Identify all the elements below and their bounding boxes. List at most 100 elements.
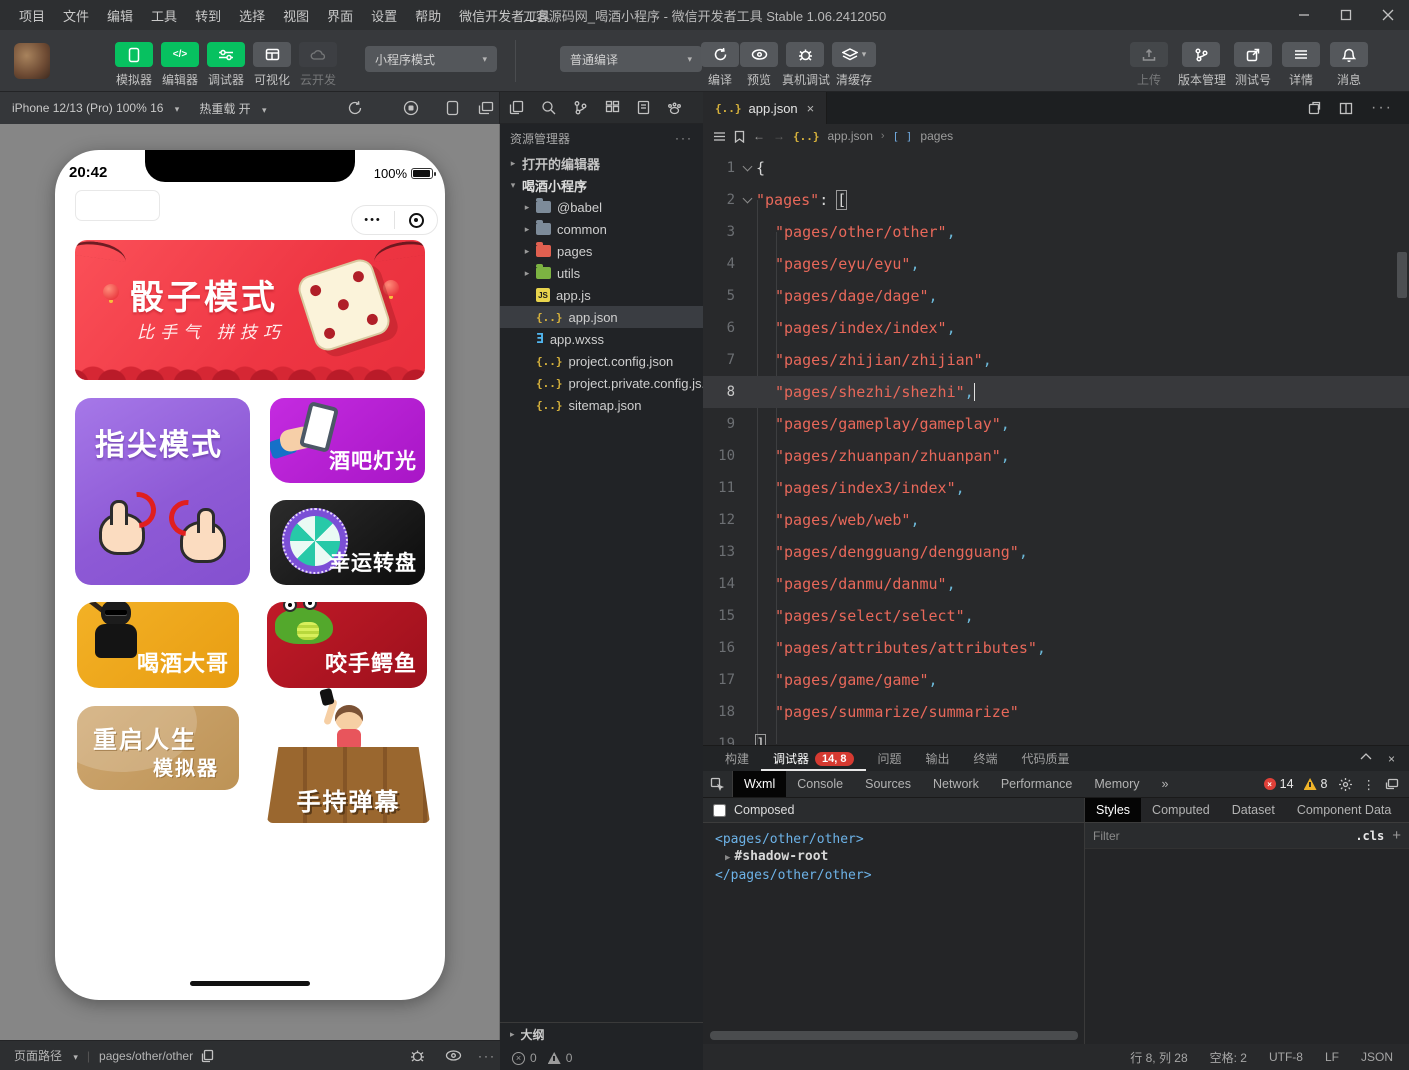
computed-tab[interactable]: Computed: [1141, 798, 1221, 822]
close-panel-icon[interactable]: ×: [1388, 752, 1395, 766]
multi-window-icon[interactable]: [478, 101, 494, 115]
notes-icon[interactable]: [637, 100, 650, 115]
details-button[interactable]: 详情: [1278, 42, 1324, 88]
cursor-position[interactable]: 行 8, 列 28: [1130, 1049, 1187, 1066]
menu-select[interactable]: 选择: [230, 6, 274, 25]
wxml-horizontal-scrollbar[interactable]: [710, 1031, 1078, 1040]
messages-button[interactable]: 消息: [1326, 42, 1372, 88]
tab-problems[interactable]: 问题: [866, 746, 914, 771]
record-icon[interactable]: [403, 100, 419, 116]
eol-setting[interactable]: LF: [1325, 1050, 1339, 1064]
composed-checkbox[interactable]: [713, 804, 726, 817]
problems-summary[interactable]: × 0 0: [500, 1046, 703, 1070]
devtools-tab-performance[interactable]: Performance: [990, 771, 1084, 797]
kebab-menu-icon[interactable]: ⋮: [1363, 777, 1376, 792]
language-mode[interactable]: JSON: [1361, 1050, 1393, 1064]
inspect-element-icon[interactable]: [703, 771, 733, 797]
file-app-js[interactable]: JSapp.js: [500, 284, 703, 306]
file-project-private-config[interactable]: {..}project.private.config.js...: [500, 372, 703, 394]
more-dots-icon[interactable]: •••: [352, 214, 394, 226]
outline-list-icon[interactable]: [713, 131, 726, 142]
undock-icon[interactable]: [1385, 778, 1399, 790]
open-editors-section[interactable]: ▸打开的编辑器: [500, 152, 703, 174]
visualization-toggle-button[interactable]: 可视化: [249, 42, 295, 88]
clear-cache-button[interactable]: ▾ 清缓存: [831, 42, 877, 88]
device-frame-icon[interactable]: [446, 100, 459, 116]
file-app-wxss[interactable]: Ǝapp.wxss: [500, 328, 703, 350]
menu-tools[interactable]: 工具: [142, 6, 186, 25]
encoding[interactable]: UTF-8: [1269, 1050, 1303, 1064]
menu-interface[interactable]: 界面: [318, 6, 362, 25]
menu-view[interactable]: 视图: [274, 6, 318, 25]
tab-build[interactable]: 构建: [703, 746, 761, 771]
code-editor[interactable]: 1 { 2 "pages": [ 3 "pages/other/other", …: [703, 148, 1409, 745]
user-avatar[interactable]: [14, 43, 50, 79]
styles-filter-input[interactable]: [1093, 827, 1347, 845]
tile-bar-light[interactable]: 酒吧灯光: [270, 398, 425, 483]
tile-restart-life[interactable]: 重启人生 模拟器: [77, 706, 239, 790]
forward-icon[interactable]: →: [773, 129, 785, 143]
tile-drinking-bro[interactable]: 喝酒大哥: [77, 602, 239, 688]
tile-fingertip-mode[interactable]: 指尖模式: [75, 398, 250, 585]
phone-preview[interactable]: 20:42 100% ••• 骰子模式 比手气 拼技巧: [55, 150, 445, 1000]
devtools-tab-network[interactable]: Network: [922, 771, 990, 797]
minimize-button[interactable]: [1283, 0, 1325, 30]
menu-file[interactable]: 文件: [54, 6, 98, 25]
mode-select[interactable]: 小程序模式 ▾: [365, 46, 497, 72]
menu-project[interactable]: 项目: [10, 6, 54, 25]
bug-icon[interactable]: [410, 1049, 425, 1063]
tile-handheld-danmaku[interactable]: 手持弹幕: [267, 695, 430, 823]
version-control-button[interactable]: 版本管理: [1178, 42, 1224, 88]
tab-code-quality[interactable]: 代码质量: [1010, 746, 1082, 771]
back-icon[interactable]: ←: [753, 129, 765, 143]
component-data-tab[interactable]: Component Data: [1286, 798, 1403, 822]
capsule-button[interactable]: •••: [351, 205, 438, 235]
collapse-panel-icon[interactable]: [1360, 752, 1372, 766]
more-icon[interactable]: ···: [675, 131, 693, 145]
remote-debug-button[interactable]: 真机调试: [782, 42, 828, 88]
copy-icon[interactable]: [201, 1049, 214, 1063]
folder-babel[interactable]: ▸@babel: [500, 196, 703, 218]
tile-lucky-wheel[interactable]: 幸运转盘: [270, 500, 425, 585]
folder-common[interactable]: ▸common: [500, 218, 703, 240]
indent-setting[interactable]: 空格: 2: [1210, 1049, 1247, 1066]
source-control-icon[interactable]: [573, 100, 588, 115]
cls-toggle[interactable]: .cls: [1355, 829, 1384, 843]
devtools-settings-icon[interactable]: [1338, 777, 1353, 792]
device-select[interactable]: iPhone 12/13 (Pro) 100% 16 ▾: [0, 101, 179, 115]
breadcrumb-node[interactable]: pages: [920, 129, 953, 143]
close-tab-icon[interactable]: ×: [807, 101, 815, 116]
simulator-toggle-button[interactable]: 模拟器: [111, 42, 157, 88]
folder-pages[interactable]: ▸pages: [500, 240, 703, 262]
devtools-tab-sources[interactable]: Sources: [854, 771, 922, 797]
wxml-shadow-root[interactable]: ▶#shadow-root: [715, 848, 1084, 867]
file-sitemap-json[interactable]: {..}sitemap.json: [500, 394, 703, 416]
tab-app-json[interactable]: {..} app.json ×: [703, 92, 827, 124]
files-icon[interactable]: [509, 100, 524, 115]
more-tabs-icon[interactable]: »: [1151, 771, 1180, 797]
devtools-tab-wxml[interactable]: Wxml: [733, 771, 786, 797]
menu-help[interactable]: 帮助: [406, 6, 450, 25]
breadcrumb-file[interactable]: app.json: [828, 129, 873, 143]
dataset-tab[interactable]: Dataset: [1221, 798, 1286, 822]
project-root[interactable]: ▾喝酒小程序: [500, 174, 703, 196]
extensions-icon[interactable]: [605, 100, 620, 115]
devtools-tab-memory[interactable]: Memory: [1083, 771, 1150, 797]
page-path-select[interactable]: 页面路径 ▾: [0, 1047, 78, 1064]
warning-count[interactable]: 8: [1304, 777, 1328, 791]
tab-output[interactable]: 输出: [914, 746, 962, 771]
editor-toggle-button[interactable]: </> 编辑器: [157, 42, 203, 88]
more-icon[interactable]: ···: [478, 1049, 496, 1063]
bookmark-icon[interactable]: [734, 130, 745, 143]
file-app-json[interactable]: {..}app.json: [500, 306, 703, 328]
wxml-open-tag[interactable]: <pages/other/other>: [715, 831, 1084, 848]
tab-terminal[interactable]: 终端: [962, 746, 1010, 771]
maximize-button[interactable]: [1325, 0, 1367, 30]
paw-icon[interactable]: [667, 101, 682, 115]
folder-utils[interactable]: ▸utils: [500, 262, 703, 284]
tile-biting-crocodile[interactable]: 咬手鳄鱼: [267, 602, 427, 688]
close-button[interactable]: [1367, 0, 1409, 30]
file-project-config[interactable]: {..}project.config.json: [500, 350, 703, 372]
compile-mode-select[interactable]: 普通编译 ▾: [560, 46, 702, 72]
more-icon[interactable]: ···: [1371, 99, 1393, 117]
